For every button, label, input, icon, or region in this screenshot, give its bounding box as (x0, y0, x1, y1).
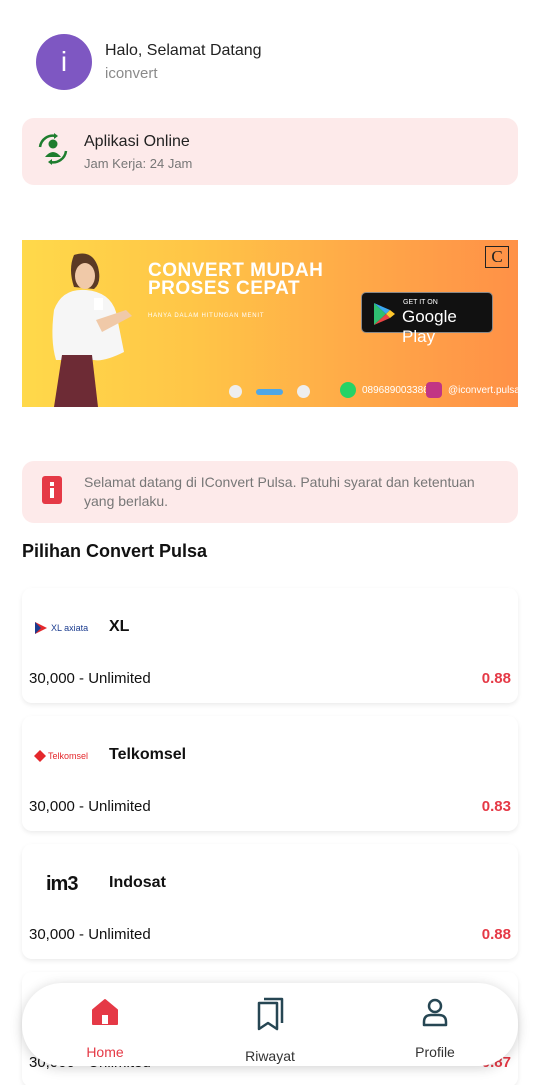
user-header: i Halo, Selamat Datang iconvert (36, 34, 262, 90)
nav-history[interactable]: Riwayat (210, 997, 330, 1064)
nav-profile[interactable]: Profile (375, 997, 495, 1060)
online-support-icon (36, 132, 70, 171)
notice-text: Selamat datang di IConvert Pulsa. Patuhi… (84, 474, 475, 509)
operator-range: 30,000 - Unlimited (29, 798, 151, 815)
greeting-block: Halo, Selamat Datang iconvert (105, 42, 262, 82)
greeting-text: Halo, Selamat Datang (105, 42, 262, 59)
whatsapp-contact: 089689003386 (340, 382, 429, 398)
operator-name: XL (109, 618, 130, 635)
operator-name: Telkomsel (109, 746, 187, 763)
bottom-navigation: Home Riwayat Profile (22, 983, 518, 1066)
whatsapp-number: 089689003386 (362, 384, 429, 396)
notice-card: Selamat datang di IConvert Pulsa. Patuhi… (22, 461, 518, 523)
whatsapp-icon (340, 382, 356, 398)
instagram-contact: @iconvert.pulsa (426, 382, 518, 398)
operator-range: 30,000 - Unlimited (29, 926, 151, 943)
home-icon (90, 997, 120, 1032)
nav-home[interactable]: Home (45, 997, 165, 1060)
section-title: Pilihan Convert Pulsa (22, 541, 208, 561)
status-subtitle: Jam Kerja: 24 Jam (84, 155, 193, 171)
operator-rate: 0.88 (481, 670, 511, 687)
operator-range: 30,000 - Unlimited (29, 670, 151, 687)
carousel-indicator[interactable] (229, 385, 310, 398)
brand-logo: C (485, 246, 509, 268)
banner-headline-2: PROSES CEPAT (148, 278, 301, 299)
instagram-handle: @iconvert.pulsa (448, 384, 518, 396)
im3-logo: im3 (46, 872, 78, 895)
telkomsel-logo: Telkomsel (34, 744, 106, 768)
carousel-dot[interactable] (229, 385, 242, 398)
banner-subline: HANYA DALAM HITUNGAN MENIT (148, 313, 265, 319)
avatar[interactable]: i (36, 34, 92, 90)
username-text: iconvert (105, 65, 158, 82)
carousel-dot-active[interactable] (256, 388, 283, 395)
google-play-badge[interactable]: GET IT ON Google Play (361, 292, 493, 346)
operator-card-xl[interactable]: XL axiata XL 30,000 - Unlimited 0.88 (22, 588, 518, 703)
instagram-icon (426, 382, 442, 398)
nav-profile-label: Profile (415, 1044, 455, 1060)
google-play-icon (374, 303, 395, 325)
operator-rate: 0.83 (481, 798, 511, 815)
operator-name: Indosat (109, 874, 166, 891)
model-illustration (52, 253, 132, 407)
operator-rate: 0.88 (481, 926, 511, 943)
online-status-card: Aplikasi Online Jam Kerja: 24 Jam (22, 118, 518, 185)
store-big-text: Google Play (402, 307, 457, 346)
user-icon (420, 997, 450, 1032)
nav-home-label: Home (86, 1044, 124, 1060)
nav-history-label: Riwayat (245, 1048, 295, 1064)
operator-card-telkomsel[interactable]: Telkomsel Telkomsel 30,000 - Unlimited 0… (22, 716, 518, 831)
info-icon (41, 475, 63, 510)
bookmarks-icon (255, 997, 285, 1036)
store-small-text: GET IT ON (403, 299, 438, 306)
xl-logo: XL axiata (34, 616, 106, 640)
status-title: Aplikasi Online (84, 132, 190, 150)
promo-banner[interactable]: CONVERT MUDAH PROSES CEPAT HANYA DALAM H… (22, 240, 518, 407)
carousel-dot[interactable] (297, 385, 310, 398)
operator-card-indosat[interactable]: im3 Indosat 30,000 - Unlimited 0.88 (22, 844, 518, 959)
